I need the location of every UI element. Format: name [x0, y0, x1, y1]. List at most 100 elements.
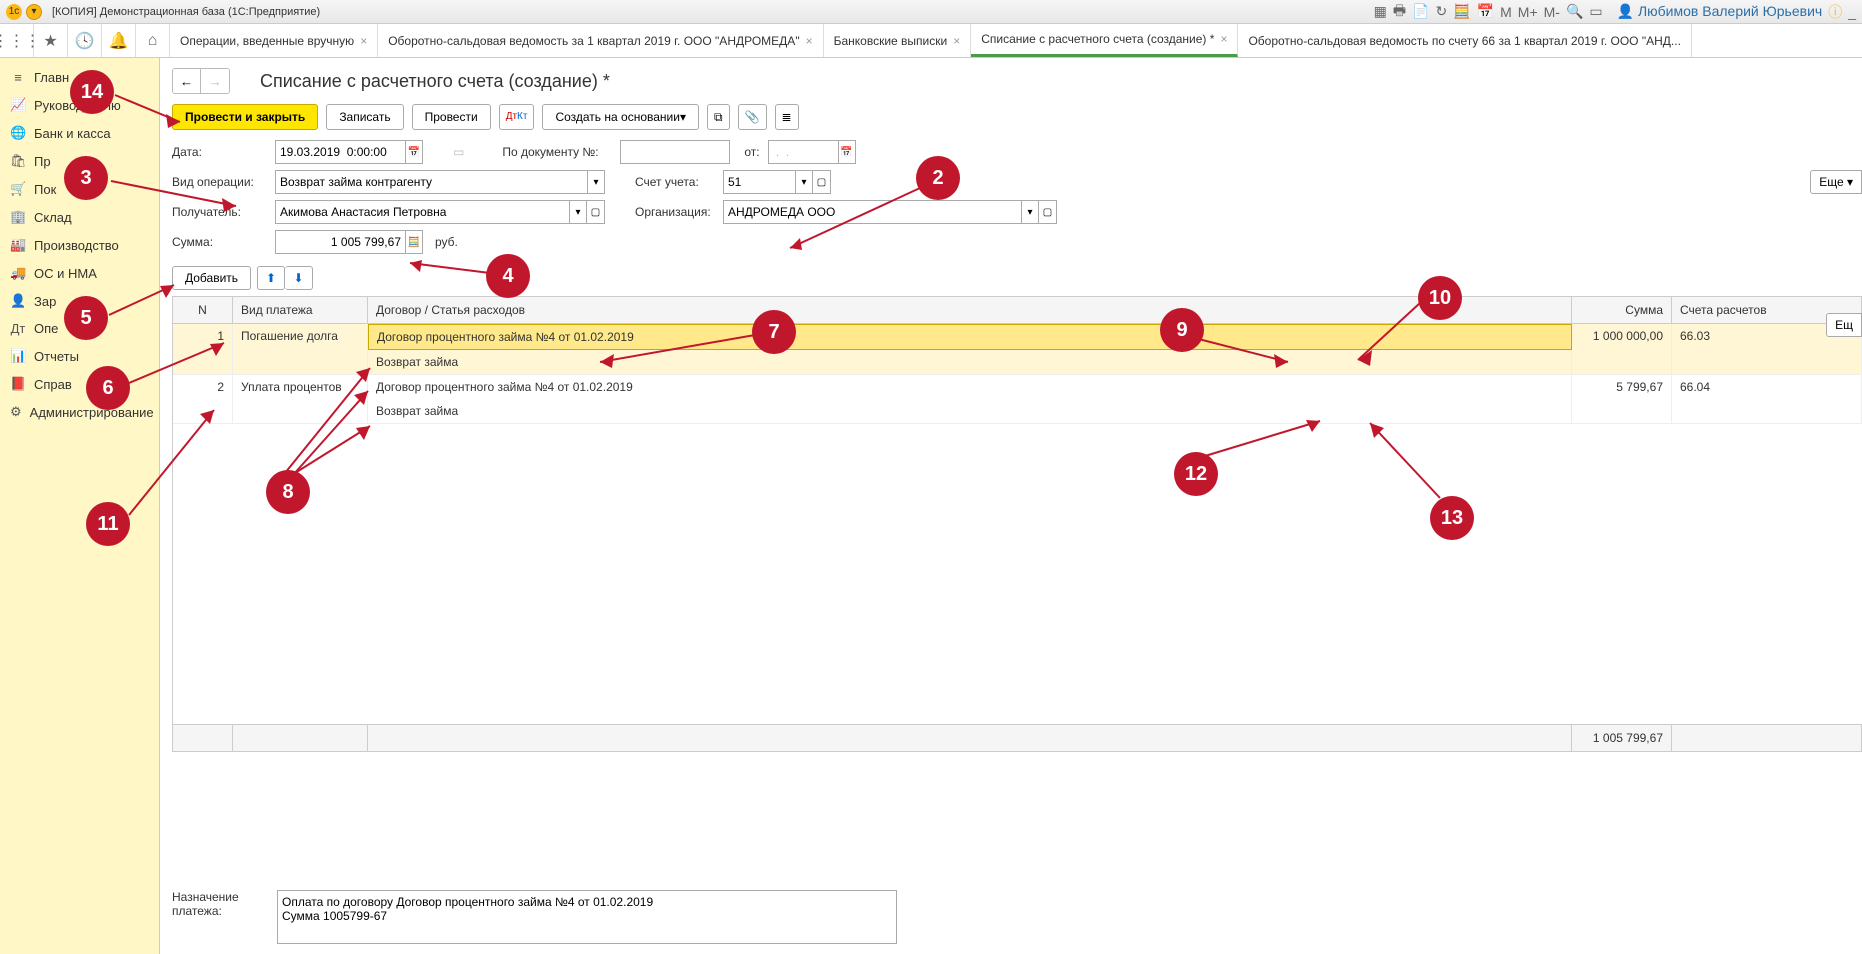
calendar-button[interactable]: 📅 — [405, 140, 423, 164]
close-icon[interactable]: × — [360, 34, 367, 48]
zoom-icon[interactable]: 🔍 — [1566, 3, 1583, 20]
table-more-button[interactable]: Ещ — [1826, 313, 1862, 337]
purpose-label: Назначение платежа: — [172, 890, 267, 944]
nav-back-button[interactable]: ← — [173, 69, 201, 93]
dtkt-icon[interactable]: ДтКт — [499, 104, 535, 130]
callout-10: 10 — [1418, 276, 1462, 320]
sidebar-label: Зар — [34, 294, 56, 309]
purpose-textarea[interactable] — [277, 890, 897, 944]
post-button[interactable]: Провести — [412, 104, 491, 130]
sidebar-item[interactable]: 🌐Банк и касса — [0, 119, 159, 147]
from-label: от: — [744, 145, 759, 159]
footer-sum: 1 005 799,67 — [1572, 725, 1672, 751]
close-icon[interactable]: × — [953, 34, 960, 48]
sidebar-item[interactable]: 🏭 Производство — [0, 231, 159, 259]
star-icon[interactable]: ★ — [34, 24, 68, 57]
callout-14: 14 — [70, 70, 114, 114]
move-up-button[interactable]: ⬆ — [257, 266, 285, 290]
close-icon[interactable]: × — [1220, 32, 1227, 46]
apps-icon[interactable]: ⋮⋮⋮ — [0, 24, 34, 57]
post-close-button[interactable]: Провести и закрыть — [172, 104, 318, 130]
minimize-icon[interactable]: _ — [1848, 4, 1856, 20]
more-button[interactable]: Еще ▾ — [1810, 170, 1862, 194]
history-icon[interactable]: 🕓 — [68, 24, 102, 57]
recipient-open[interactable]: ▢ — [587, 200, 605, 224]
calc-icon[interactable]: 🧮 — [1453, 3, 1470, 20]
sidebar-item[interactable]: 📕Справ — [0, 370, 159, 398]
table-row[interactable]: 1Погашение долгаДоговор процентного займ… — [173, 324, 1862, 350]
table-row[interactable]: 2Уплата процентовДоговор процентного зай… — [173, 375, 1862, 399]
m-icon[interactable]: M — [1500, 4, 1512, 20]
col-n: N — [173, 297, 233, 323]
from-calendar-button[interactable]: 📅 — [838, 140, 856, 164]
sidebar-item[interactable]: 🏢Склад — [0, 203, 159, 231]
window-icon[interactable]: ▭ — [1589, 3, 1602, 20]
tool-icon[interactable]: ▦ — [1374, 3, 1387, 20]
sidebar-label: Справ — [34, 377, 72, 392]
sidebar-item[interactable]: ⚙Администрирование — [0, 398, 159, 426]
docnum-label: По документу №: — [502, 145, 612, 159]
page-title: Списание с расчетного счета (создание) * — [260, 71, 610, 92]
sidebar-label: Пр — [34, 154, 51, 169]
sum-calc-button[interactable]: 🧮 — [405, 230, 423, 254]
user-label: 👤 Любимов Валерий Юрьевич — [1617, 3, 1823, 20]
window-title: [КОПИЯ] Демонстрационная база (1С:Предпр… — [52, 6, 320, 18]
info-icon[interactable]: ⓘ — [1828, 2, 1842, 22]
recipient-dropdown[interactable]: ▾ — [569, 200, 587, 224]
sidebar-item[interactable]: 📊Отчеты — [0, 342, 159, 370]
table-subrow[interactable]: Возврат займа — [173, 350, 1862, 375]
currency-label: руб. — [435, 235, 458, 249]
recipient-input[interactable] — [275, 200, 569, 224]
org-open[interactable]: ▢ — [1039, 200, 1057, 224]
home-icon[interactable]: ⌂ — [136, 24, 170, 57]
account-input[interactable] — [723, 170, 795, 194]
tab[interactable]: Оборотно-сальдовая ведомость по счету 66… — [1238, 24, 1691, 57]
doc-icon[interactable]: 📄 — [1412, 3, 1429, 20]
print-icon[interactable]: 🖶 — [1393, 0, 1406, 24]
create-from-button[interactable]: Создать на основании ▾ — [542, 104, 699, 130]
add-row-button[interactable]: Добавить — [172, 266, 251, 290]
callout-13: 13 — [1430, 496, 1474, 540]
org-input[interactable] — [723, 200, 1021, 224]
recipient-label: Получатель: — [172, 205, 267, 219]
sidebar-icon: 🚚 — [10, 265, 26, 281]
sidebar-item[interactable]: 🚚 ОС и НМА — [0, 259, 159, 287]
list-icon[interactable]: ≣ — [775, 104, 799, 130]
move-down-button[interactable]: ⬇ — [285, 266, 313, 290]
sidebar-icon: 🏭 — [10, 237, 26, 253]
docnum-input[interactable] — [620, 140, 730, 164]
sidebar-label: ОС и НМА — [34, 266, 97, 281]
optype-input[interactable] — [275, 170, 587, 194]
sidebar-icon: 👤 — [10, 293, 26, 309]
save-button[interactable]: Записать — [326, 104, 403, 130]
refresh-icon[interactable]: ↻ — [1436, 3, 1448, 20]
m-minus-icon[interactable]: M- — [1544, 4, 1560, 20]
from-date-input[interactable] — [768, 140, 838, 164]
callout-11: 11 — [86, 502, 130, 546]
tab[interactable]: Банковские выписки× — [824, 24, 972, 57]
table-subrow[interactable]: Возврат займа — [173, 399, 1862, 424]
m-plus-icon[interactable]: M+ — [1518, 4, 1538, 20]
sidebar-label: Производство — [34, 238, 119, 253]
bell-icon[interactable]: 🔔 — [102, 24, 136, 57]
tab[interactable]: Оборотно-сальдовая ведомость за 1 кварта… — [378, 24, 823, 57]
sum-input[interactable] — [275, 230, 405, 254]
close-icon[interactable]: × — [806, 34, 813, 48]
account-open[interactable]: ▢ — [813, 170, 831, 194]
tab[interactable]: Списание с расчетного счета (создание) *… — [971, 24, 1238, 57]
account-dropdown[interactable]: ▾ — [795, 170, 813, 194]
tab[interactable]: Операции, введенные вручную× — [170, 24, 378, 57]
attach-icon[interactable]: 📎 — [738, 104, 767, 130]
sidebar-icon: ⚙ — [10, 404, 22, 420]
dropdown-icon[interactable]: ▾ — [26, 4, 42, 20]
calendar-icon[interactable]: 📅 — [1477, 3, 1494, 20]
date-input[interactable] — [275, 140, 405, 164]
sidebar-icon: 🛍 — [10, 153, 26, 169]
sidebar-label: Склад — [34, 210, 72, 225]
sidebar-label: Главн — [34, 70, 69, 85]
org-dropdown[interactable]: ▾ — [1021, 200, 1039, 224]
nav-forward-button[interactable]: → — [201, 69, 229, 93]
optype-dropdown[interactable]: ▾ — [587, 170, 605, 194]
callout-6: 6 — [86, 366, 130, 410]
tree-icon[interactable]: ⧉ — [707, 104, 730, 130]
